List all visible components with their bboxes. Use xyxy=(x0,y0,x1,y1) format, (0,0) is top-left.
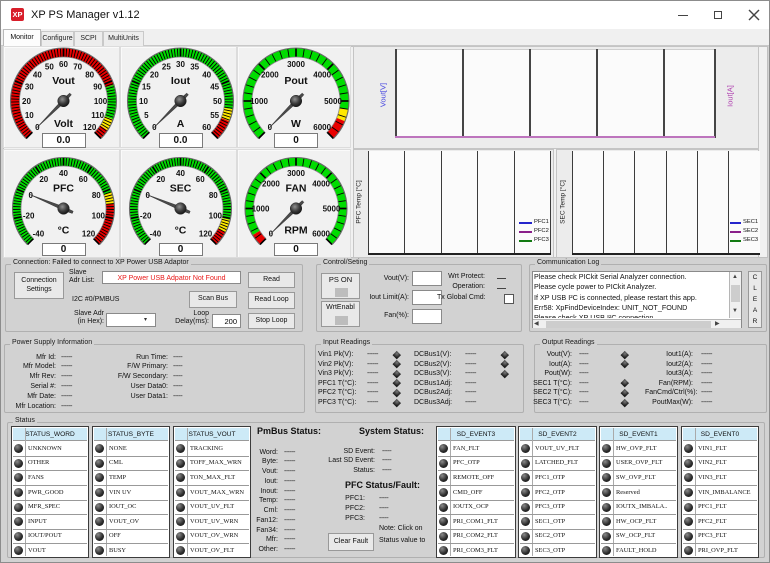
svg-text:-20: -20 xyxy=(140,211,152,220)
svg-text:0: 0 xyxy=(152,123,157,132)
svg-text:120: 120 xyxy=(199,229,213,238)
svg-text:90: 90 xyxy=(93,83,102,92)
svg-text:°C: °C xyxy=(175,224,187,236)
svg-text:100: 100 xyxy=(94,97,108,106)
svg-text:2000: 2000 xyxy=(262,179,280,188)
svg-text:60: 60 xyxy=(59,60,68,69)
svg-text:20: 20 xyxy=(22,97,31,106)
svg-text:Iout: Iout xyxy=(171,75,191,87)
svg-text:5000: 5000 xyxy=(323,204,341,213)
svg-text:30: 30 xyxy=(176,60,185,69)
svg-text:80: 80 xyxy=(85,71,94,80)
svg-text:W: W xyxy=(291,118,301,130)
svg-text:40: 40 xyxy=(33,71,42,80)
svg-text:40: 40 xyxy=(176,168,185,177)
svg-text:Vout: Vout xyxy=(52,75,75,87)
svg-text:0: 0 xyxy=(269,229,274,238)
svg-text:RPM: RPM xyxy=(284,224,308,236)
svg-text:5000: 5000 xyxy=(324,97,342,106)
svg-text:20: 20 xyxy=(150,71,159,80)
svg-text:Pout: Pout xyxy=(284,75,308,87)
svg-text:80: 80 xyxy=(92,190,101,199)
svg-text:-20: -20 xyxy=(23,211,35,220)
svg-text:120: 120 xyxy=(83,123,97,132)
svg-text:6000: 6000 xyxy=(313,123,331,132)
svg-text:10: 10 xyxy=(139,97,148,106)
svg-text:50: 50 xyxy=(213,97,222,106)
svg-text:30: 30 xyxy=(25,83,34,92)
svg-text:60: 60 xyxy=(79,174,88,183)
svg-text:15: 15 xyxy=(142,83,151,92)
svg-text:1000: 1000 xyxy=(252,204,270,213)
svg-text:6000: 6000 xyxy=(312,229,330,238)
svg-text:100: 100 xyxy=(92,211,106,220)
svg-text:100: 100 xyxy=(209,211,223,220)
svg-text:5: 5 xyxy=(144,111,149,120)
svg-text:40: 40 xyxy=(59,168,68,177)
svg-text:Volt: Volt xyxy=(54,118,74,130)
svg-text:SEC: SEC xyxy=(170,182,192,194)
svg-text:3000: 3000 xyxy=(287,168,305,177)
svg-text:A: A xyxy=(177,118,185,130)
svg-text:°C: °C xyxy=(58,224,70,236)
svg-text:PFC: PFC xyxy=(53,182,74,194)
svg-text:20: 20 xyxy=(39,174,48,183)
svg-text:4000: 4000 xyxy=(313,71,331,80)
svg-text:80: 80 xyxy=(209,190,218,199)
svg-text:35: 35 xyxy=(190,63,199,72)
svg-text:4000: 4000 xyxy=(312,179,330,188)
svg-text:20: 20 xyxy=(156,174,165,183)
svg-text:-40: -40 xyxy=(150,229,162,238)
svg-text:50: 50 xyxy=(45,63,54,72)
svg-text:45: 45 xyxy=(210,83,219,92)
svg-text:40: 40 xyxy=(202,71,211,80)
svg-text:110: 110 xyxy=(91,111,104,120)
svg-text:55: 55 xyxy=(210,111,219,120)
svg-text:10: 10 xyxy=(25,111,34,120)
svg-text:0: 0 xyxy=(268,123,273,132)
svg-text:2000: 2000 xyxy=(261,71,279,80)
svg-text:3000: 3000 xyxy=(287,60,305,69)
svg-text:0: 0 xyxy=(35,123,40,132)
svg-text:FAN: FAN xyxy=(286,182,307,194)
svg-text:60: 60 xyxy=(202,123,211,132)
svg-text:1000: 1000 xyxy=(250,97,268,106)
svg-text:70: 70 xyxy=(73,63,82,72)
svg-text:25: 25 xyxy=(162,63,171,72)
svg-text:120: 120 xyxy=(82,229,96,238)
svg-text:60: 60 xyxy=(196,174,205,183)
svg-text:-40: -40 xyxy=(33,229,45,238)
